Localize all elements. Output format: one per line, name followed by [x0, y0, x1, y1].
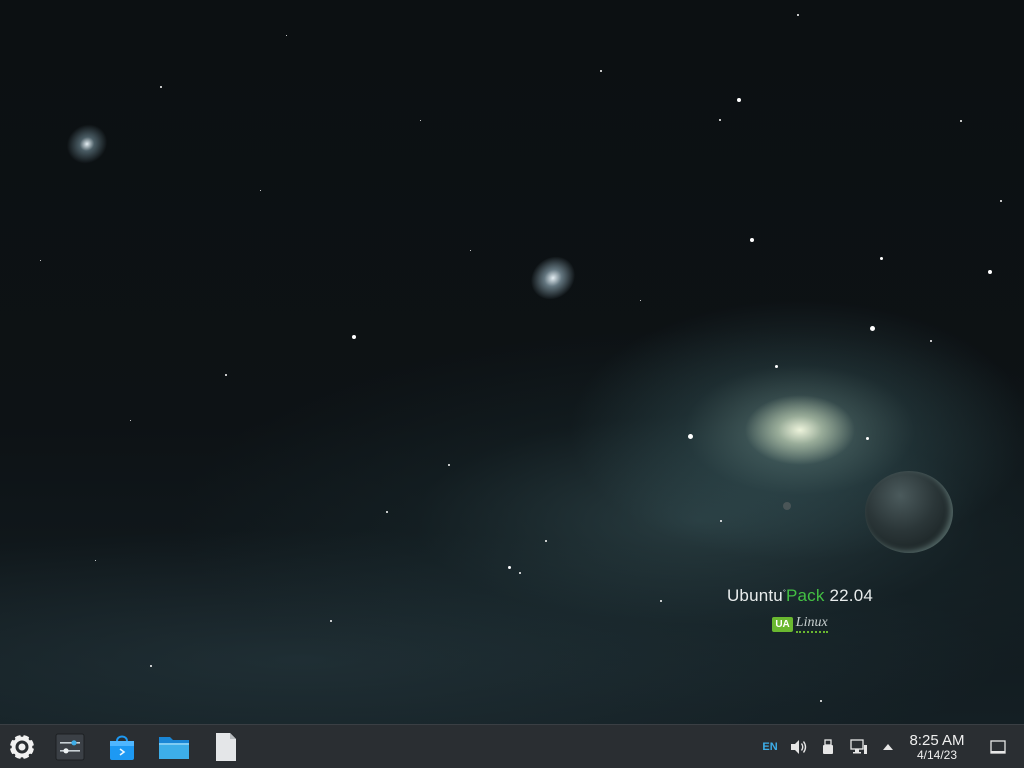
system-settings-button[interactable] — [52, 730, 88, 764]
moon — [783, 502, 791, 510]
network-icon — [850, 739, 867, 754]
file-manager-button[interactable] — [156, 730, 192, 764]
ualinux-logo: UA Linux — [772, 616, 828, 633]
desktop[interactable]: Ubuntu°Pack 22.04 UA Linux EN 8:25 AM 4/… — [0, 0, 1024, 768]
linux-label: Linux — [795, 616, 828, 633]
document-icon — [216, 733, 236, 761]
taskbar: EN 8:25 AM 4/14/23 — [0, 724, 1024, 768]
software-store-button[interactable] — [104, 730, 140, 764]
clock-time: 8:25 AM — [909, 732, 965, 749]
watermark-title: Ubuntu°Pack 22.04 — [726, 586, 874, 605]
spiral-galaxy — [522, 247, 584, 309]
show-desktop-button[interactable] — [986, 725, 1010, 768]
gear-menu-icon — [8, 733, 36, 761]
ua-badge: UA — [772, 617, 793, 632]
planet — [865, 471, 953, 553]
text-editor-button[interactable] — [208, 730, 244, 764]
network-button[interactable] — [848, 725, 870, 768]
distant-galaxy — [58, 116, 116, 172]
folder-icon — [159, 737, 189, 759]
watermark-version: 22.04 — [829, 586, 874, 605]
volume-icon — [791, 740, 807, 754]
application-launcher-button[interactable] — [4, 730, 40, 764]
distro-watermark: Ubuntu°Pack 22.04 UA Linux — [724, 586, 876, 633]
digital-clock[interactable]: 8:25 AM 4/14/23 — [900, 732, 974, 762]
watermark-brand-ubuntu: Ubuntu — [726, 586, 783, 605]
volume-button[interactable] — [788, 725, 810, 768]
show-desktop-icon — [990, 740, 1006, 754]
keyboard-layout-indicator[interactable]: EN — [758, 725, 782, 768]
removable-devices-button[interactable] — [818, 725, 838, 768]
sliders-icon — [55, 733, 85, 761]
show-hidden-icons-button[interactable] — [878, 725, 898, 768]
usb-icon — [823, 739, 833, 754]
watermark-brand-pack: Pack — [785, 586, 825, 605]
shopping-bag-icon — [110, 735, 134, 760]
clock-date: 4/14/23 — [916, 748, 958, 762]
chevron-up-icon — [883, 744, 893, 750]
